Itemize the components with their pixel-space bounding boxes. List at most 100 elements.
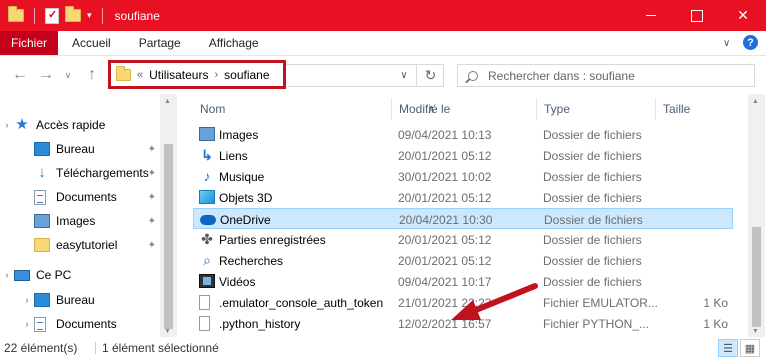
minimize-button[interactable]	[628, 0, 674, 31]
folder-icon[interactable]	[8, 6, 24, 22]
nav-label: Documents	[56, 190, 117, 204]
onedrive-cloud-icon	[200, 215, 216, 225]
scroll-down-icon[interactable]: ▼	[752, 328, 759, 335]
address-toolbar: ← → ∨ ↑ « Utilisateurs › soufiane ∨ ↻ Re…	[0, 56, 766, 94]
scrollbar-thumb[interactable]	[752, 227, 761, 327]
links-icon: ↳	[201, 147, 213, 163]
nav-label: Ce PC	[36, 268, 72, 282]
column-modified[interactable]: Modifié le	[399, 102, 450, 116]
content-scrollbar[interactable]: ▲ ▼	[748, 94, 765, 337]
file-size: 1 Ko	[703, 317, 728, 331]
breadcrumb-users[interactable]: Utilisateurs	[149, 68, 208, 82]
address-dropdown-icon[interactable]: ∨	[392, 64, 416, 87]
file-row-selected[interactable]: OneDrive 20/04/2021 10:30 Dossier de fic…	[193, 208, 733, 229]
file-type: Dossier de fichiers	[543, 233, 642, 247]
nav-scrollbar[interactable]: ▲ ▼	[160, 94, 177, 337]
nav-label: Accès rapide	[36, 118, 106, 132]
back-arrow-icon[interactable]: ←	[10, 65, 30, 85]
file-date: 20/04/2021 10:30	[399, 213, 493, 227]
forward-arrow-icon[interactable]: →	[36, 65, 56, 85]
expand-ribbon-icon[interactable]: ∨	[723, 38, 733, 49]
scroll-up-icon[interactable]: ▲	[752, 98, 759, 105]
file-type: Dossier de fichiers	[543, 149, 642, 163]
file-type: Dossier de fichiers	[543, 128, 642, 142]
file-type: Fichier EMULATOR...	[543, 296, 658, 310]
nav-this-pc[interactable]: › Ce PC	[0, 263, 160, 287]
file-name: Images	[219, 128, 259, 142]
star-icon: ★	[15, 116, 29, 133]
file-type: Dossier de fichiers	[544, 213, 643, 227]
up-arrow-icon[interactable]: ↑	[82, 65, 102, 85]
new-folder-icon[interactable]	[65, 6, 81, 22]
file-row[interactable]: ↳ Liens 20/01/2021 05:12 Dossier de fich…	[193, 145, 733, 166]
column-size[interactable]: Taille	[663, 102, 690, 116]
objects-3d-icon	[199, 190, 215, 204]
expand-arrow-icon[interactable]: ›	[20, 295, 34, 305]
nav-label: Documents	[56, 317, 117, 331]
properties-icon[interactable]	[45, 7, 59, 24]
searches-icon: ⌕	[203, 252, 211, 268]
breadcrumb-current[interactable]: soufiane	[224, 68, 269, 82]
file-type: Dossier de fichiers	[543, 191, 642, 205]
refresh-icon[interactable]: ↻	[416, 64, 444, 87]
column-type[interactable]: Type	[544, 102, 570, 116]
search-input[interactable]: Rechercher dans : soufiane	[457, 64, 755, 87]
file-name: Parties enregistrées	[219, 233, 326, 247]
tab-file[interactable]: Fichier	[0, 31, 59, 55]
nav-pc-documents[interactable]: › Documents	[0, 312, 160, 336]
nav-item-easytutoriel[interactable]: easytutoriel ✦	[0, 233, 160, 257]
file-name: Recherches	[219, 254, 284, 268]
file-name: Musique	[219, 170, 265, 184]
large-icons-view-icon[interactable]: ▦	[740, 339, 760, 357]
file-date: 20/01/2021 05:12	[398, 149, 492, 163]
desktop-icon	[34, 293, 50, 307]
nav-item-documents[interactable]: Documents ✦	[0, 185, 160, 209]
column-divider[interactable]	[655, 98, 656, 120]
annotation-arrow-icon	[451, 283, 538, 320]
nav-item-downloads[interactable]: ↓ Téléchargements ✦	[0, 161, 160, 185]
breadcrumb-separator: ›	[214, 68, 219, 81]
tab-view[interactable]: Affichage	[195, 31, 273, 55]
nav-item-pictures[interactable]: Images ✦	[0, 209, 160, 233]
column-divider[interactable]	[536, 98, 537, 120]
tab-share[interactable]: Partage	[125, 31, 195, 55]
videos-icon	[199, 274, 215, 288]
overflow-chevron-icon[interactable]: «	[137, 69, 143, 81]
expand-arrow-icon[interactable]: ›	[0, 270, 14, 280]
column-divider[interactable]	[391, 98, 392, 120]
customize-toolbar-icon[interactable]: ▾	[87, 10, 92, 21]
file-row[interactable]: Images 09/04/2021 10:13 Dossier de fichi…	[193, 124, 733, 145]
nav-label: Bureau	[56, 142, 95, 156]
scroll-up-icon[interactable]: ▲	[164, 98, 171, 105]
navigation-pane: › ★ Accès rapide Bureau ✦ ↓ Téléchargeme…	[0, 94, 177, 337]
file-row[interactable]: ♪ Musique 30/01/2021 10:02 Dossier de fi…	[193, 166, 733, 187]
file-row[interactable]: ✤ Parties enregistrées 20/01/2021 05:12 …	[193, 229, 733, 250]
expand-arrow-icon[interactable]: ›	[0, 120, 14, 130]
nav-quick-access[interactable]: › ★ Accès rapide	[0, 113, 160, 137]
help-icon[interactable]: ?	[743, 35, 758, 50]
file-row[interactable]: ⌕ Recherches 20/01/2021 05:12 Dossier de…	[193, 250, 733, 271]
recent-locations-icon[interactable]: ∨	[58, 65, 78, 85]
saved-games-icon: ✤	[201, 231, 213, 247]
column-headers: ∧ Nom Modifié le Type Taille	[177, 94, 742, 124]
nav-label: Images	[56, 214, 96, 228]
file-date: 20/01/2021 05:12	[398, 233, 492, 247]
column-name[interactable]: Nom	[200, 102, 225, 116]
nav-pc-desktop[interactable]: › Bureau	[0, 288, 160, 312]
file-name: Objets 3D	[219, 191, 273, 205]
maximize-button[interactable]	[674, 0, 720, 31]
file-name: OneDrive	[220, 213, 271, 227]
close-button[interactable]: ✕	[720, 0, 766, 31]
file-name: Liens	[219, 149, 248, 163]
nav-item-desktop[interactable]: Bureau ✦	[0, 137, 160, 161]
tab-home[interactable]: Accueil	[58, 31, 125, 55]
address-bar[interactable]: « Utilisateurs › soufiane	[108, 60, 286, 89]
scrollbar-thumb[interactable]	[164, 144, 173, 329]
file-type: Dossier de fichiers	[543, 254, 642, 268]
separator	[95, 342, 96, 354]
file-type: Dossier de fichiers	[543, 170, 642, 184]
scroll-down-icon[interactable]: ▼	[164, 328, 171, 335]
details-view-icon[interactable]: ☰	[718, 339, 738, 357]
expand-arrow-icon[interactable]: ›	[20, 319, 34, 329]
file-row[interactable]: Objets 3D 20/01/2021 05:12 Dossier de fi…	[193, 187, 733, 208]
